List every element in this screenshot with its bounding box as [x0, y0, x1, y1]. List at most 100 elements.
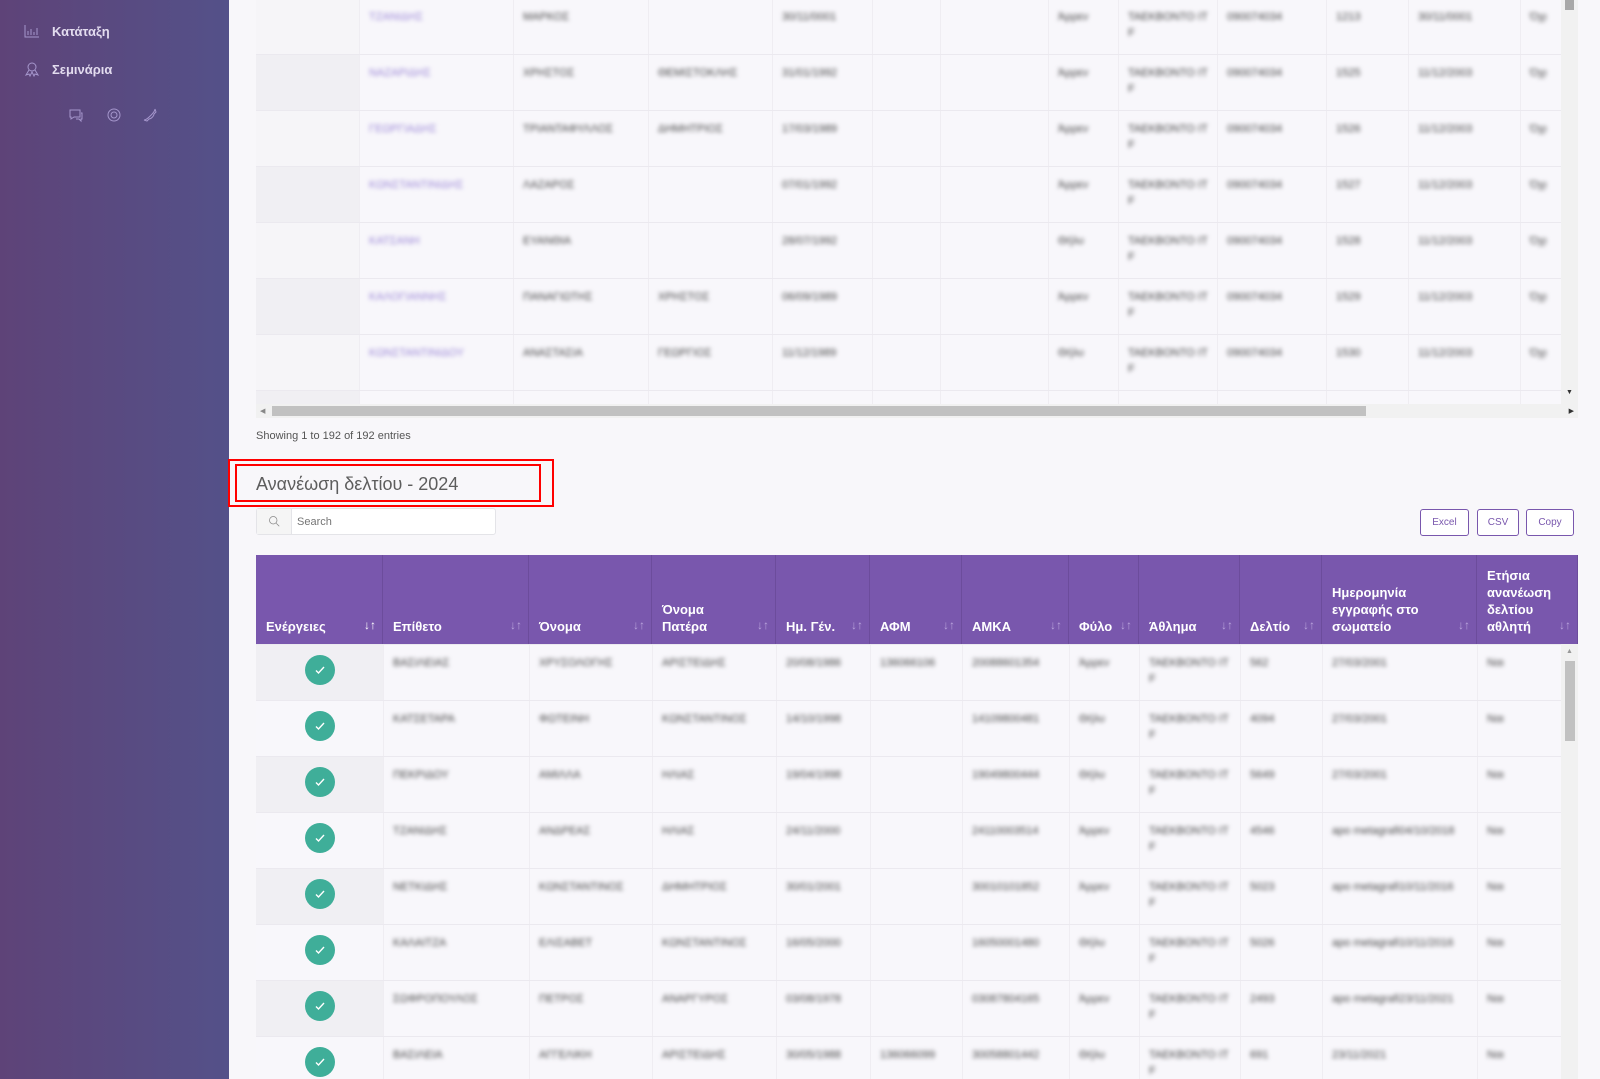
table-cell: 06/09/1989	[782, 291, 838, 303]
lifebuoy-icon[interactable]	[106, 107, 122, 123]
table-row[interactable]: ΤΖΑΝΙΔΗΣ ΑΝΔΡΕΑΣ ΗΛΙΑΣ 24/11/2000 2411000351…	[256, 812, 1578, 868]
chat-icon[interactable]	[68, 107, 84, 123]
table-cell: Θήλυ	[1058, 235, 1084, 247]
surname-link[interactable]: ΝΑΖΑΡΙΔΗΣ	[369, 65, 507, 81]
table-cell: Άρρεν	[1058, 11, 1089, 23]
table-row[interactable]: ΣΩΦΡΟΠΟΥΛΟΣ ΠΕΤΡΟΣ ΑΝΑΡΓΥΡΟΣ 03/08/1978 0308…	[256, 980, 1578, 1036]
check-circle-icon[interactable]	[305, 935, 335, 965]
scroll-left-arrow[interactable]: ◀	[260, 407, 265, 415]
sort-icon[interactable]: ↓↑	[1221, 617, 1233, 634]
column-header-label: Δελτίο	[1250, 619, 1291, 634]
table-cell: 07/01/1992	[782, 179, 838, 191]
search-input[interactable]	[297, 512, 487, 531]
table-cell: ΚΑΛΑΙΤΖΑ	[393, 937, 447, 949]
check-circle-icon[interactable]	[305, 1047, 335, 1077]
check-circle-icon[interactable]	[305, 823, 335, 853]
sort-icon[interactable]: ↓↑	[510, 617, 522, 634]
table-cell: 24/11/2000	[786, 825, 841, 837]
table-row[interactable]: ΝΕΤΚΙΔΗΣ ΚΩΝΣΤΑΝΤΙΝΟΣ ΔΗΜΗΤΡΙΟΣ 30/01/2001 3…	[256, 868, 1578, 924]
sort-icon[interactable]: ↓↑	[757, 617, 769, 634]
row-action-cell	[256, 0, 359, 54]
table-cell: Θήλυ	[1079, 713, 1105, 725]
sort-icon[interactable]: ↓↑	[1120, 617, 1132, 634]
table-cell: ΤΑΕΚΒΟΝΤΟ ITF	[1128, 235, 1208, 263]
table-row[interactable]: ΓΕΩΡΓΙΑΔΗΣ ΤΡΙΑΝΤΑΦΥΛΛΟΣ ΔΗΜΗΤΡΙΟΣ 17/03/19…	[256, 110, 1578, 166]
column-header[interactable]: ΑΜΚΑ ↓↑	[962, 555, 1069, 644]
sort-icon[interactable]: ↓↑	[364, 617, 376, 634]
csv-button[interactable]: CSV	[1477, 509, 1519, 536]
column-header[interactable]: Όνομα ↓↑	[529, 555, 652, 644]
top-vertical-scrollbar[interactable]: ▼	[1561, 0, 1578, 404]
table-row[interactable]: ΚΩΝΣΤΑΝΤΙΝΙΔΗΣ ΛΑΖΑΡΟΣ 07/01/1992 Άρρεν ΤΑΕΚ…	[256, 166, 1578, 222]
table-cell: ΤΑΕΚΒΟΝΤΟ ITF	[1128, 179, 1208, 207]
table-row[interactable]: ΚΑΛΟΓΙΑΝΝΗΣ ΠΑΝΑΓΙΩΤΗΣ ΧΡΗΣΤΟΣ 06/09/1989 Άρ…	[256, 278, 1578, 334]
column-header[interactable]: Φύλο ↓↑	[1069, 555, 1139, 644]
table-cell: apo metagrafi04/10/2018	[1332, 825, 1455, 837]
table-cell: 4546	[1250, 825, 1275, 837]
table-cell: Άρρεν	[1079, 825, 1110, 837]
check-circle-icon[interactable]	[305, 879, 335, 909]
table-cell: 16050001480	[972, 937, 1040, 949]
sidebar-item-seminars[interactable]: Σεμινάρια	[24, 61, 112, 77]
horizontal-scrollbar[interactable]: ◀ ▶	[256, 404, 1578, 418]
scroll-right-arrow[interactable]: ▶	[1569, 407, 1574, 415]
table-cell: 28/07/1992	[782, 235, 838, 247]
surname-link[interactable]: ΚΑΛΟΓΙΑΝΝΗΣ	[369, 289, 507, 305]
search-box[interactable]	[256, 508, 496, 535]
column-header[interactable]: Δελτίο ↓↑	[1240, 555, 1322, 644]
table-row[interactable]: ΒΑΣΙΛΕΙΑΣ ΧΡΥΣΟΛΟΓΗΣ ΑΡΙΣΤΕΙΔΗΣ 20/08/1986 1…	[256, 644, 1578, 700]
column-header[interactable]: Ενέργειες ↓↑	[256, 555, 383, 644]
row-action-cell	[256, 111, 359, 166]
column-header[interactable]: Ετήσια ανανέωση δελτίου αθλητή ↓↑	[1477, 555, 1578, 644]
sort-icon[interactable]: ↓↑	[1458, 617, 1470, 634]
surname-link[interactable]: ΓΕΩΡΓΙΑΔΗΣ	[369, 121, 507, 137]
column-header[interactable]: Άθλημα ↓↑	[1139, 555, 1240, 644]
surname-link[interactable]: ΚΩΝΣΤΑΝΤΙΝΙΔΟΥ	[369, 345, 507, 361]
table-cell: Ναι	[1487, 769, 1504, 781]
table-row[interactable]: ΚΑΤΣΕΤΑΡΑ ΦΩΤΕΙΝΗ ΚΩΝΣΤΑΝΤΙΝΟΣ 14/10/1998 14…	[256, 700, 1578, 756]
column-header[interactable]: Ημ. Γέν. ↓↑	[776, 555, 870, 644]
table-row[interactable]: ΠΕΚΡΙΔΟΥ ΑΜΙΛΛΑ ΗΛΙΑΣ 19/04/1998 19049800444…	[256, 756, 1578, 812]
surname-link[interactable]: ΤΖΑΝΙΔΗΣ	[369, 9, 507, 25]
table-cell: Ναι	[1487, 825, 1504, 837]
check-circle-icon[interactable]	[305, 767, 335, 797]
phone-icon[interactable]	[142, 107, 158, 123]
table-cell: 30/05/1988	[786, 1049, 842, 1061]
table-cell: ΚΩΝΣΤΑΝΤΙΝΟΣ	[662, 713, 747, 725]
table-cell: ΑΝΑΡΓΥΡΟΣ	[662, 993, 729, 1005]
table-cell: Όχι	[1530, 67, 1547, 79]
sort-icon[interactable]: ↓↑	[1559, 617, 1571, 634]
excel-button[interactable]: Excel	[1420, 509, 1469, 536]
column-header[interactable]: ΑΦΜ ↓↑	[870, 555, 962, 644]
table-cell: ΤΑΕΚΒΟΝΤΟ ITF	[1149, 1049, 1229, 1077]
table-row[interactable]: ΤΖΑΝΙΔΗΣ ΜΑΡΚΟΣ 30/11/0001 Άρρεν ΤΑΕΚΒΟΝΤΟ I…	[256, 0, 1578, 54]
surname-link[interactable]: ΚΩΝΣΤΑΝΤΙΝΙΔΗΣ	[369, 177, 507, 193]
table-row[interactable]: ΚΩΝΣΤΑΝΤΙΝΙΔΟΥ ΑΝΑΣΤΑΣΙΑ ΓΕΩΡΓΙΟΣ 11/12/198…	[256, 334, 1578, 390]
check-circle-icon[interactable]	[305, 655, 335, 685]
copy-button[interactable]: Copy	[1526, 509, 1574, 536]
table-row[interactable]: ΝΑΖΑΡΙΔΗΣ ΧΡΗΣΤΟΣ ΘΕΜΙΣΤΟΚΛΗΣ 31/01/1992 Άρρ…	[256, 54, 1578, 110]
sort-icon[interactable]: ↓↑	[633, 617, 645, 634]
bottom-vertical-scrollbar[interactable]: ▲	[1561, 644, 1578, 1079]
table-cell: 136066099	[880, 1049, 936, 1061]
column-header[interactable]: Επίθετο ↓↑	[383, 555, 529, 644]
surname-link[interactable]: ΚΑΤΣΑΝΗ	[369, 233, 507, 249]
table-row[interactable]	[256, 390, 1578, 404]
table-row[interactable]: ΒΑΣΙΛΕΙΑ ΑΓΓΕΛΙΚΗ ΑΡΙΣΤΕΙΔΗΣ 30/05/1988 1360…	[256, 1036, 1578, 1079]
check-circle-icon[interactable]	[305, 991, 335, 1021]
table-cell: 11/12/2003	[1418, 179, 1473, 191]
check-circle-icon[interactable]	[305, 711, 335, 741]
sidebar-item-ranking[interactable]: Κατάταξη	[24, 23, 110, 39]
scrollbar-thumb[interactable]	[272, 406, 1366, 416]
table-cell: ΚΩΝΣΤΑΝΤΙΝΟΣ	[539, 881, 624, 893]
sort-icon[interactable]: ↓↑	[1050, 617, 1062, 634]
sort-icon[interactable]: ↓↑	[943, 617, 955, 634]
sort-icon[interactable]: ↓↑	[1303, 617, 1315, 634]
sort-icon[interactable]: ↓↑	[851, 617, 863, 634]
table-row[interactable]: ΚΑΤΣΑΝΗ ΕΥΑΝΘΙΑ 28/07/1992 Θήλυ ΤΑΕΚΒΟΝΤΟ IT…	[256, 222, 1578, 278]
table-row[interactable]: ΚΑΛΑΙΤΖΑ ΕΛΙΣΑΒΕΤ ΚΩΝΣΤΑΝΤΙΝΟΣ 16/05/2000 16…	[256, 924, 1578, 980]
column-header[interactable]: Όνομα Πατέρα ↓↑	[652, 555, 776, 644]
table-cell: ΤΑΕΚΒΟΝΤΟ ITF	[1128, 291, 1208, 319]
table-cell: ΔΗΜΗΤΡΙΟΣ	[662, 881, 727, 893]
column-header[interactable]: Ημερομηνία εγγραφής στο σωματείο ↓↑	[1322, 555, 1477, 644]
